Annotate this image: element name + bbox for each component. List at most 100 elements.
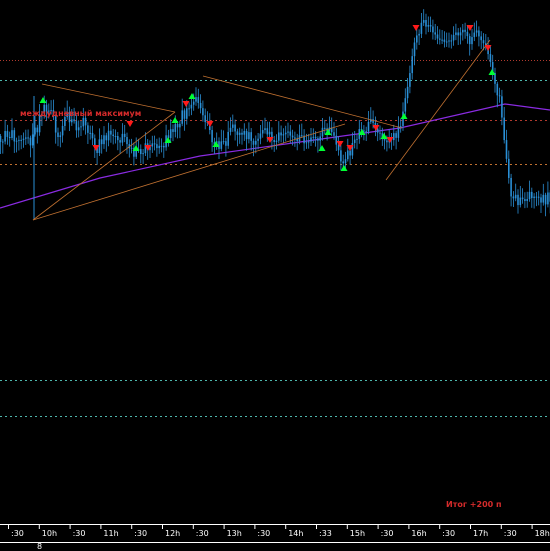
candle-body xyxy=(257,138,259,141)
candle-body xyxy=(434,32,436,35)
candle-body xyxy=(335,135,338,145)
candle-body xyxy=(22,138,25,140)
candle-body xyxy=(301,135,303,137)
candle-body xyxy=(199,102,202,109)
candle-body xyxy=(314,136,317,139)
x-axis-tick-label: 18h xyxy=(535,529,550,538)
daily-high-label: междудневный максимум xyxy=(20,109,141,118)
candle-body xyxy=(264,128,266,131)
candle-body xyxy=(294,137,296,139)
x-axis-tick-label: :30 xyxy=(442,529,455,538)
candle-body xyxy=(15,140,18,142)
candle-body xyxy=(142,153,144,155)
candle-body xyxy=(399,126,402,128)
candle-body xyxy=(59,135,62,138)
candle-body xyxy=(363,130,365,132)
candle-body xyxy=(540,197,542,203)
candle-body xyxy=(312,136,315,138)
candle-body xyxy=(4,131,6,142)
candle-body xyxy=(521,197,524,200)
candle-body xyxy=(404,98,407,112)
candle-body xyxy=(448,40,450,42)
candle-body xyxy=(181,110,183,124)
candle-body xyxy=(344,159,347,164)
candle-body xyxy=(29,137,32,146)
signal-down-arrow xyxy=(182,101,190,107)
candle-body xyxy=(340,150,342,162)
candle-body xyxy=(480,36,482,41)
candle-body xyxy=(517,194,519,206)
signal-up-arrow xyxy=(318,145,326,151)
candle-body xyxy=(98,139,101,154)
x-axis-tick-label: 14h xyxy=(288,529,303,538)
candle-body xyxy=(395,133,397,138)
candle-body xyxy=(151,143,154,147)
candle-body xyxy=(1,141,4,143)
x-axis: :30 10h:30 11h:30 12h:30 13h:30 14h:33 15h:30 1… xyxy=(0,524,550,543)
candle-body xyxy=(211,130,213,143)
candle-body xyxy=(197,97,200,103)
candle-body xyxy=(418,33,420,36)
candle-body xyxy=(255,140,257,145)
chart-root: междудневный максимум Итог +200 п :30 10h… xyxy=(0,0,550,551)
candle-body xyxy=(75,121,78,131)
signal-up-arrow xyxy=(488,69,496,75)
candle-body xyxy=(27,137,29,139)
candle-body xyxy=(107,130,110,141)
candle-body xyxy=(6,131,9,137)
candle-body xyxy=(140,149,142,155)
candle-body xyxy=(103,135,105,145)
candle-body xyxy=(126,137,128,145)
candle-body xyxy=(535,196,538,198)
candle-body xyxy=(305,142,308,144)
candle-body xyxy=(130,147,133,149)
candle-body xyxy=(406,86,409,99)
candle-body xyxy=(261,130,264,134)
x-axis-tick-label: :30 xyxy=(504,529,517,538)
candle-body xyxy=(321,127,324,137)
candle-body xyxy=(445,41,448,43)
candle-body xyxy=(365,131,367,133)
candle-body xyxy=(498,95,501,97)
candle-body xyxy=(462,29,464,33)
trend-line xyxy=(32,123,346,221)
candle-body xyxy=(505,140,508,159)
signal-down-arrow xyxy=(92,145,100,151)
candle-body xyxy=(533,196,535,199)
candle-body xyxy=(397,126,400,138)
candle-body xyxy=(289,131,292,136)
candle-body xyxy=(317,138,319,141)
candle-body xyxy=(547,192,549,205)
candle-body xyxy=(54,116,57,133)
candle-body xyxy=(393,133,395,141)
candle-body xyxy=(459,32,462,36)
candle-body xyxy=(202,108,204,116)
candle-body xyxy=(482,40,485,44)
candle-body xyxy=(174,123,177,132)
candle-body xyxy=(464,29,466,32)
candle-body xyxy=(478,30,480,37)
candle-body xyxy=(119,140,121,143)
candle-body xyxy=(425,20,427,27)
candle-body xyxy=(11,130,13,138)
candle-body xyxy=(36,127,39,133)
candle-body xyxy=(188,108,190,110)
signal-up-arrow xyxy=(340,165,348,171)
x-axis-tick-label: :30 xyxy=(73,529,86,538)
candle-body xyxy=(353,139,356,143)
signal-up-arrow xyxy=(400,113,408,119)
candle-body xyxy=(268,131,271,135)
candle-body xyxy=(179,123,181,128)
candle-body xyxy=(245,131,248,140)
candle-body xyxy=(186,108,188,119)
candle-body xyxy=(443,39,446,42)
candle-body xyxy=(411,56,413,74)
x-axis-tick-label: :33 xyxy=(319,529,332,538)
candle-body xyxy=(222,141,225,143)
candle-body xyxy=(512,196,515,199)
candle-body xyxy=(473,32,476,38)
candle-body xyxy=(452,34,455,41)
candle-body xyxy=(420,22,423,34)
candle-body xyxy=(439,38,441,40)
candle-body xyxy=(455,32,457,35)
